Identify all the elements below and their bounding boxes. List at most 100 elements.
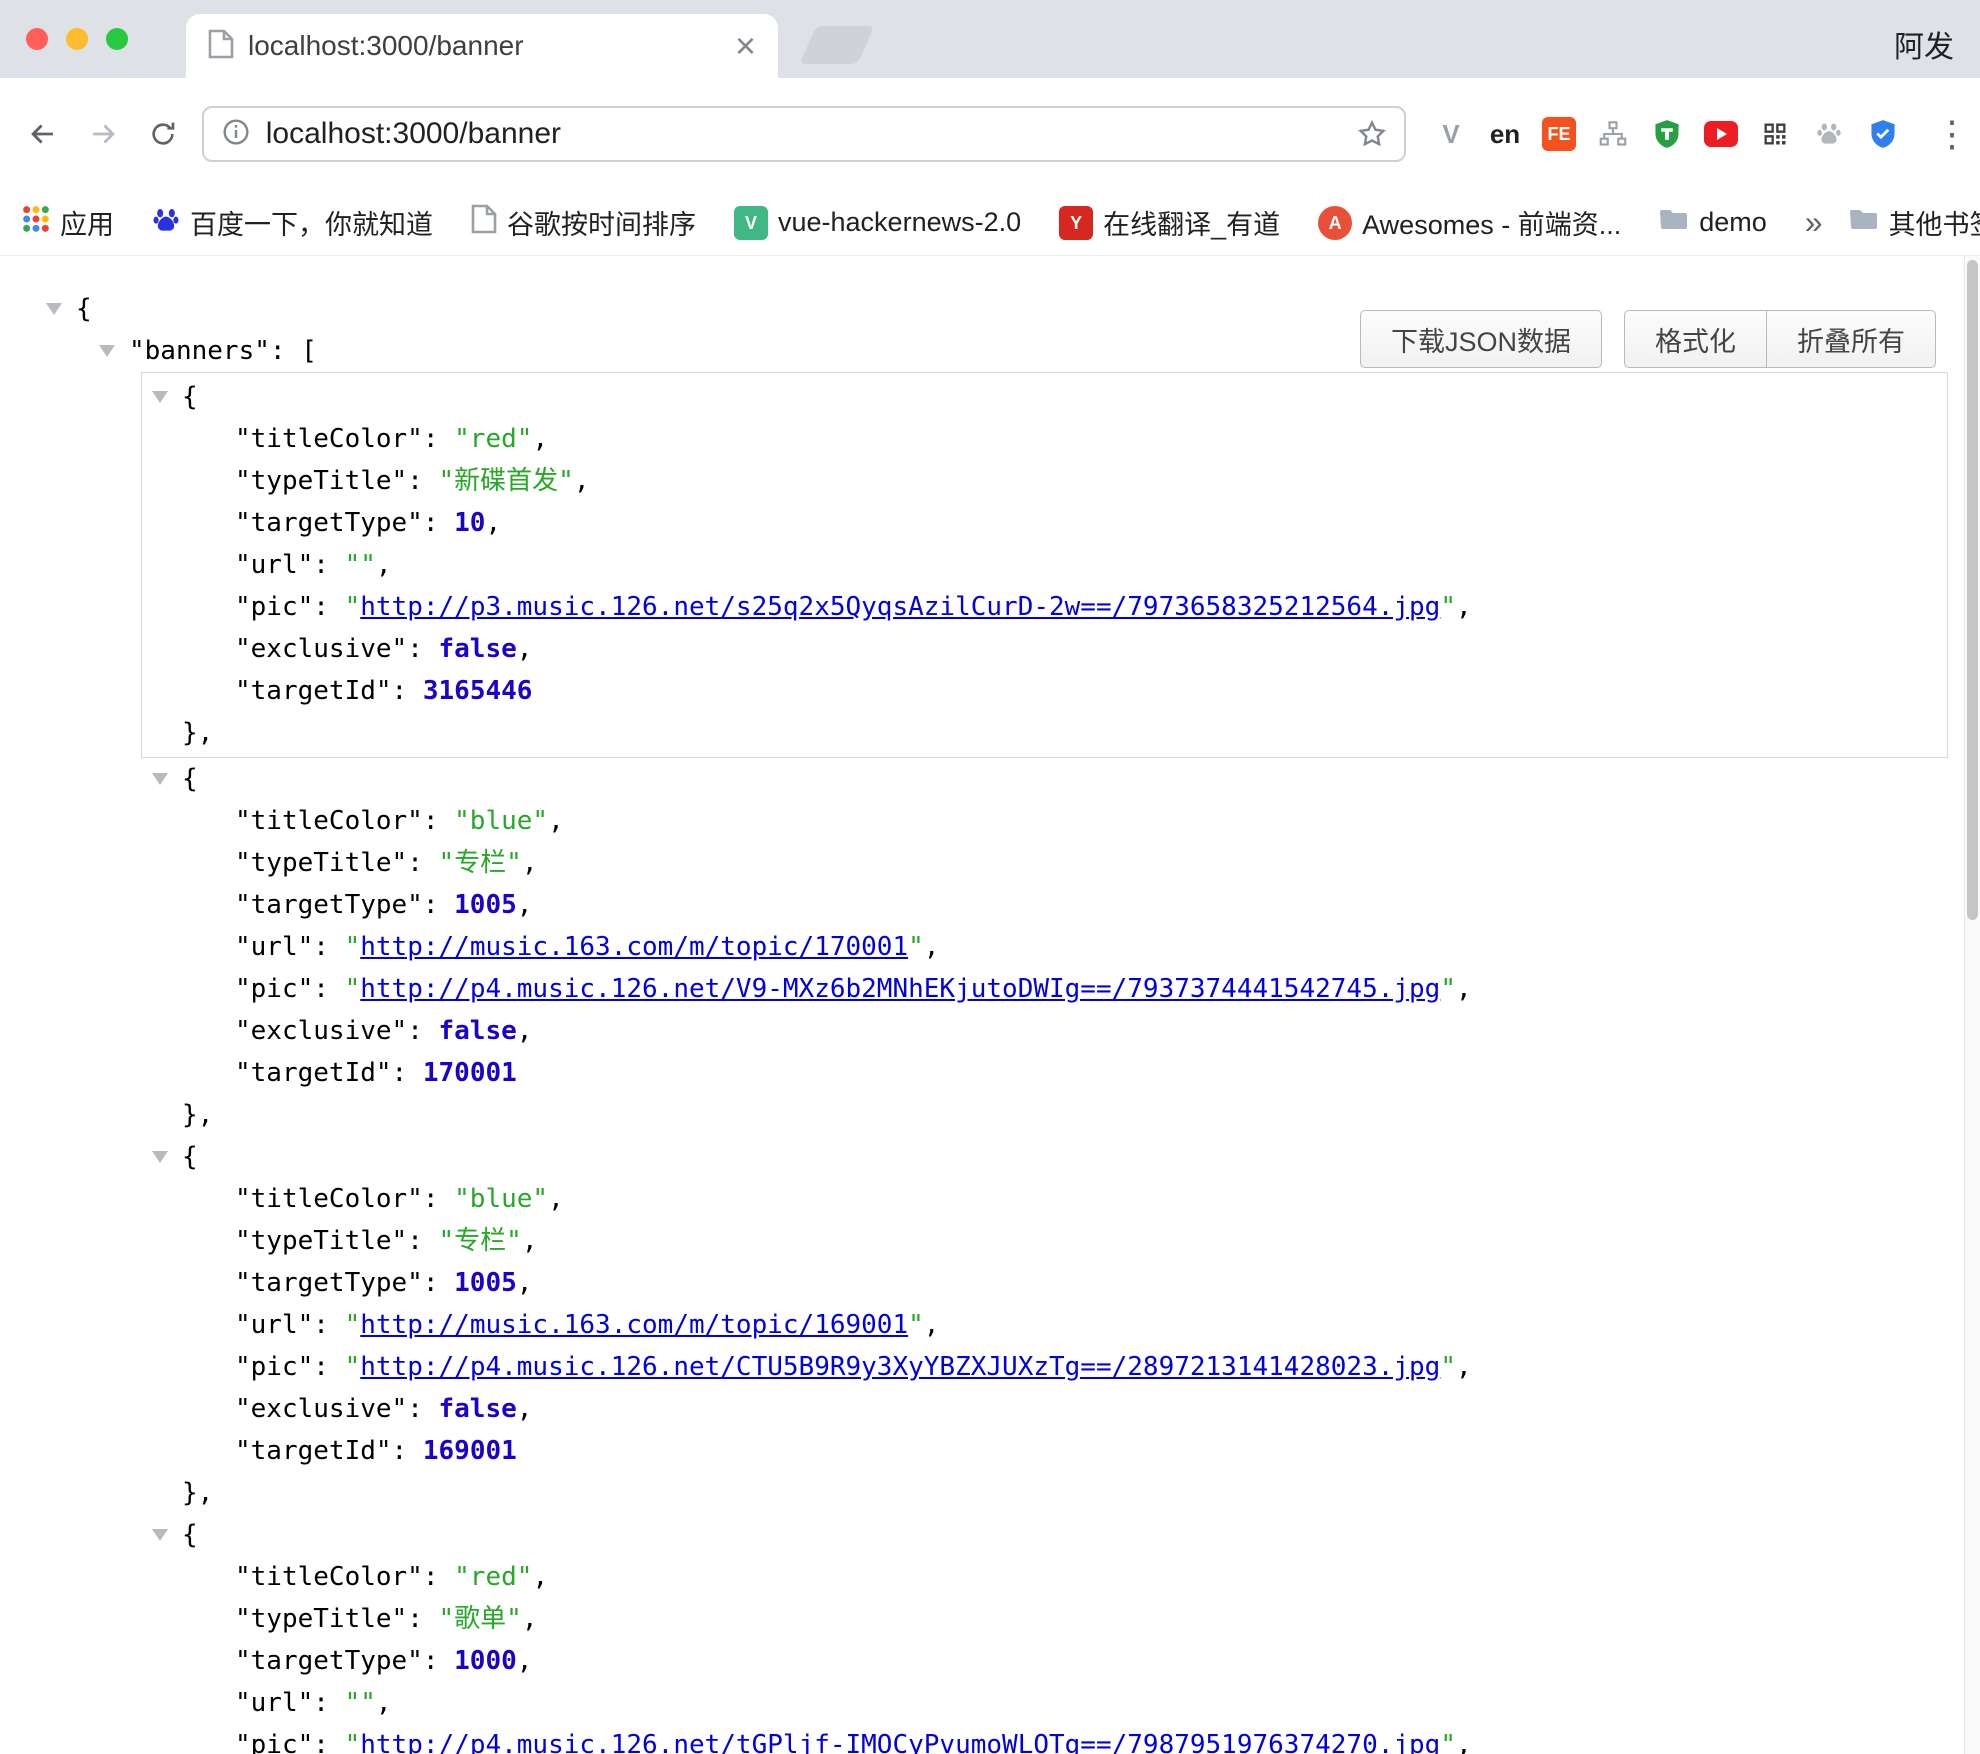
json-line: "titleColor": "red",: [0, 1556, 1980, 1598]
bookmark-item[interactable]: Y 在线翻译_有道: [1059, 203, 1280, 242]
collapse-toggle-icon[interactable]: [152, 1529, 168, 1541]
json-line: {: [0, 758, 1980, 800]
bookmark-item[interactable]: demo: [1659, 207, 1767, 238]
other-bookmarks[interactable]: 其他书签: [1849, 203, 1980, 242]
json-line: "targetId": 169001: [0, 1430, 1980, 1472]
bookmark-label: Awesomes - 前端资...: [1362, 203, 1621, 242]
youtube-icon[interactable]: [1702, 115, 1740, 153]
scrollbar-thumb[interactable]: [1967, 260, 1978, 920]
new-tab-button[interactable]: [800, 26, 875, 64]
json-line: "titleColor": "blue",: [0, 1178, 1980, 1220]
extension-icons: Ven FE: [1432, 115, 1902, 153]
tab-title: localhost:3000/banner: [248, 30, 721, 62]
url-link[interactable]: http://p4.music.126.net/V9-MXz6b2MNhEKju…: [360, 974, 1440, 1004]
json-line: "targetType": 1000,: [0, 1640, 1980, 1682]
bookmark-item[interactable]: 应用: [22, 203, 114, 242]
json-line: "exclusive": false,: [0, 1388, 1980, 1430]
json-line: "titleColor": "blue",: [0, 800, 1980, 842]
json-line: "pic": "http://p3.music.126.net/s25q2x5Q…: [142, 586, 1947, 628]
page-content: 下载JSON数据 格式化 折叠所有 {"banners": [{"titleCo…: [0, 288, 1980, 1754]
apps-grid-icon: [22, 205, 50, 240]
translate-en-icon[interactable]: en: [1486, 115, 1524, 153]
url-link[interactable]: http://p3.music.126.net/s25q2x5QyqsAzilC…: [360, 592, 1440, 622]
forward-button[interactable]: [76, 107, 130, 161]
json-line: "targetId": 170001: [0, 1052, 1980, 1094]
bookmark-item[interactable]: 谷歌按时间排序: [471, 203, 696, 242]
zoom-window-button[interactable]: [106, 28, 128, 50]
browser-tab[interactable]: localhost:3000/banner ×: [186, 14, 778, 78]
collapse-toggle-icon[interactable]: [152, 1151, 168, 1163]
bookmark-label: 谷歌按时间排序: [507, 203, 696, 242]
json-line: {: [0, 1136, 1980, 1178]
url-link[interactable]: http://p4.music.126.net/tGPljf-IMOCyPvum…: [360, 1730, 1440, 1754]
json-line: },: [142, 712, 1947, 754]
fe-extension-icon[interactable]: FE: [1540, 115, 1578, 153]
shield-t-icon[interactable]: [1648, 115, 1686, 153]
youdao-icon: Y: [1059, 205, 1093, 241]
json-line: "titleColor": "red",: [142, 418, 1947, 460]
collapse-toggle-icon[interactable]: [152, 773, 168, 785]
url-link[interactable]: http://music.163.com/m/topic/170001: [360, 932, 908, 962]
awesomes-icon: A: [1318, 205, 1352, 241]
url-bar[interactable]: localhost:3000/banner: [202, 106, 1406, 162]
json-line: "targetType": 1005,: [0, 1262, 1980, 1304]
reload-button[interactable]: [136, 107, 190, 161]
close-window-button[interactable]: [26, 28, 48, 50]
minimize-window-button[interactable]: [66, 28, 88, 50]
shield-check-icon[interactable]: [1864, 115, 1902, 153]
json-line: "typeTitle": "专栏",: [0, 1220, 1980, 1262]
json-line: "url": "",: [0, 1682, 1980, 1724]
json-line: "exclusive": false,: [142, 628, 1947, 670]
url-link[interactable]: http://music.163.com/m/topic/169001: [360, 1310, 908, 1340]
collapse-toggle-icon[interactable]: [152, 391, 168, 403]
json-line: "typeTitle": "歌单",: [0, 1598, 1980, 1640]
json-line: {: [0, 288, 1980, 330]
json-line: {: [142, 376, 1947, 418]
profile-name[interactable]: 阿发: [1894, 22, 1954, 66]
bookmark-label: 应用: [60, 203, 114, 242]
json-tree: {"banners": [{"titleColor": "red","typeT…: [0, 288, 1980, 1754]
vertical-scrollbar[interactable]: [1964, 256, 1980, 1754]
json-line: "typeTitle": "新碟首发",: [142, 460, 1947, 502]
url-text[interactable]: localhost:3000/banner: [266, 117, 561, 151]
bookmark-item[interactable]: A Awesomes - 前端资...: [1318, 203, 1621, 242]
url-link[interactable]: http://p4.music.126.net/CTU5B9R9y3XyYBZX…: [360, 1352, 1440, 1382]
folder-icon: [1659, 207, 1689, 238]
back-button[interactable]: [16, 107, 70, 161]
bookmarks-bar: 应用 百度一下，你就知道 谷歌按时间排序 Vvue-hackernews-2.0 Y 在线…: [0, 190, 1980, 256]
menu-icon[interactable]: ⋮: [1934, 113, 1964, 155]
browser-toolbar: localhost:3000/banner Ven FE ⋮: [0, 78, 1980, 190]
json-line: {: [0, 1514, 1980, 1556]
json-line: "url": "http://music.163.com/m/topic/170…: [0, 926, 1980, 968]
json-line: },: [0, 1472, 1980, 1514]
bookmark-label: 在线翻译_有道: [1103, 203, 1280, 242]
json-line: "targetId": 3165446: [142, 670, 1947, 712]
json-line: "pic": "http://p4.music.126.net/tGPljf-I…: [0, 1724, 1980, 1754]
collapse-toggle-icon[interactable]: [46, 303, 62, 315]
org-chart-icon[interactable]: [1594, 115, 1632, 153]
bookmark-item[interactable]: 百度一下，你就知道: [152, 203, 433, 242]
v-extension-icon[interactable]: V: [1432, 115, 1470, 153]
json-line: "pic": "http://p4.music.126.net/V9-MXz6b…: [0, 968, 1980, 1010]
bookmark-item[interactable]: Vvue-hackernews-2.0: [734, 205, 1021, 241]
tab-close-icon[interactable]: ×: [735, 28, 756, 64]
json-line: "banners": [: [0, 330, 1980, 372]
baidu-paw-icon: [152, 205, 180, 240]
bookmark-label: 百度一下，你就知道: [190, 203, 433, 242]
bookmark-star-icon[interactable]: [1356, 118, 1388, 150]
bookmarks-overflow-chevron[interactable]: »: [1805, 204, 1823, 241]
json-line: "exclusive": false,: [0, 1010, 1980, 1052]
page-icon: [471, 204, 497, 241]
tab-bar: localhost:3000/banner × 阿发: [0, 0, 1980, 78]
paw-icon[interactable]: [1810, 115, 1848, 153]
page-icon: [208, 29, 234, 64]
collapse-toggle-icon[interactable]: [99, 345, 115, 357]
bookmark-label: demo: [1699, 207, 1767, 238]
hovered-json-node: {"titleColor": "red","typeTitle": "新碟首发"…: [141, 372, 1948, 758]
json-line: "pic": "http://p4.music.126.net/CTU5B9R9…: [0, 1346, 1980, 1388]
json-line: "typeTitle": "专栏",: [0, 842, 1980, 884]
info-icon[interactable]: [220, 116, 252, 153]
json-line: "targetType": 10,: [142, 502, 1947, 544]
qrcode-icon[interactable]: [1756, 115, 1794, 153]
vue-icon: V: [734, 205, 768, 241]
